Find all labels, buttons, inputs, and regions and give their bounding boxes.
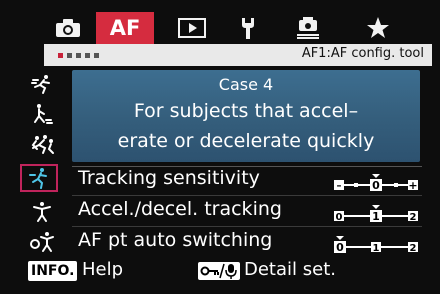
sub-header: AF1:AF config. tool [44,44,432,66]
case4-icon[interactable] [20,164,58,192]
case-description-panel: Case 4 For subjects that accel– erate or… [72,70,420,162]
slider-min-label: 0 [336,241,344,254]
page-dot [67,53,72,58]
detail-set-label[interactable]: Detail set. [244,259,336,280]
case3-icon[interactable] [22,130,62,158]
setting-row-accel-decel-tracking[interactable]: Accel./decel. tracking 0 1 2 [72,197,422,225]
setting-label: AF pt auto switching [78,229,273,251]
slider-min-label: – [337,181,342,192]
menu-tab-bar: AF [44,12,432,44]
af-pt-auto-switching-slider[interactable]: 0 1 2 [334,236,418,254]
slider-mid-label: 0 [372,179,380,192]
tab-my-menu[interactable] [358,14,398,42]
camera-icon [56,19,80,37]
footer-bar: INFO. Help Detail set. [28,258,428,284]
divider [72,226,422,227]
page-dot [76,53,81,58]
slider-max-label: + [408,179,417,192]
slider-max-label: 2 [410,212,417,223]
setting-row-af-pt-auto-switching[interactable]: AF pt auto switching 0 1 2 [72,228,422,256]
tab-custom-functions[interactable] [288,14,328,42]
page-dot [85,53,90,58]
case1-icon[interactable] [22,70,62,98]
slider-mid-label: 1 [372,210,380,223]
info-button-icon: INFO. [28,261,78,281]
playback-icon [178,18,206,38]
star-icon [367,17,389,38]
menu-screen: AF AF1:AF config. tool Case 4 For subjec… [0,0,440,294]
wrench-icon [242,18,254,39]
slider-mid-label: 1 [373,243,380,254]
tab-shooting[interactable] [48,14,88,42]
slider-min-label: 0 [336,212,343,223]
case-title: Case 4 [218,75,274,94]
case6-icon[interactable] [22,228,62,256]
setting-row-tracking-sensitivity[interactable]: Tracking sensitivity – + 0 [72,166,422,194]
tab-setup[interactable] [228,14,268,42]
slider-pointer [336,236,344,240]
menu-page-title: AF1:AF config. tool [301,46,424,61]
case-description-line-2: erate or decelerate quickly [117,130,375,152]
slider-pointer [372,205,380,209]
slider-max-label: 2 [410,243,417,254]
case2-icon[interactable] [22,100,62,128]
slider-pointer [372,174,380,178]
custom-function-icon [297,17,319,39]
lock-mic-button-icon [198,262,240,280]
tracking-sensitivity-slider[interactable]: – + 0 [334,174,418,192]
tab-af[interactable]: AF [96,12,154,44]
divider [72,195,422,196]
page-dot-active [58,53,63,58]
setting-label: Accel./decel. tracking [78,198,282,220]
page-dot [94,53,99,58]
setting-label: Tracking sensitivity [78,167,260,189]
accel-decel-tracking-slider[interactable]: 0 1 2 [334,205,418,223]
case-description-line-1: For subjects that accel– [133,100,359,122]
case5-icon[interactable] [22,198,62,226]
tab-af-label: AF [109,16,141,40]
help-label[interactable]: Help [82,259,123,280]
tab-playback[interactable] [172,14,212,42]
